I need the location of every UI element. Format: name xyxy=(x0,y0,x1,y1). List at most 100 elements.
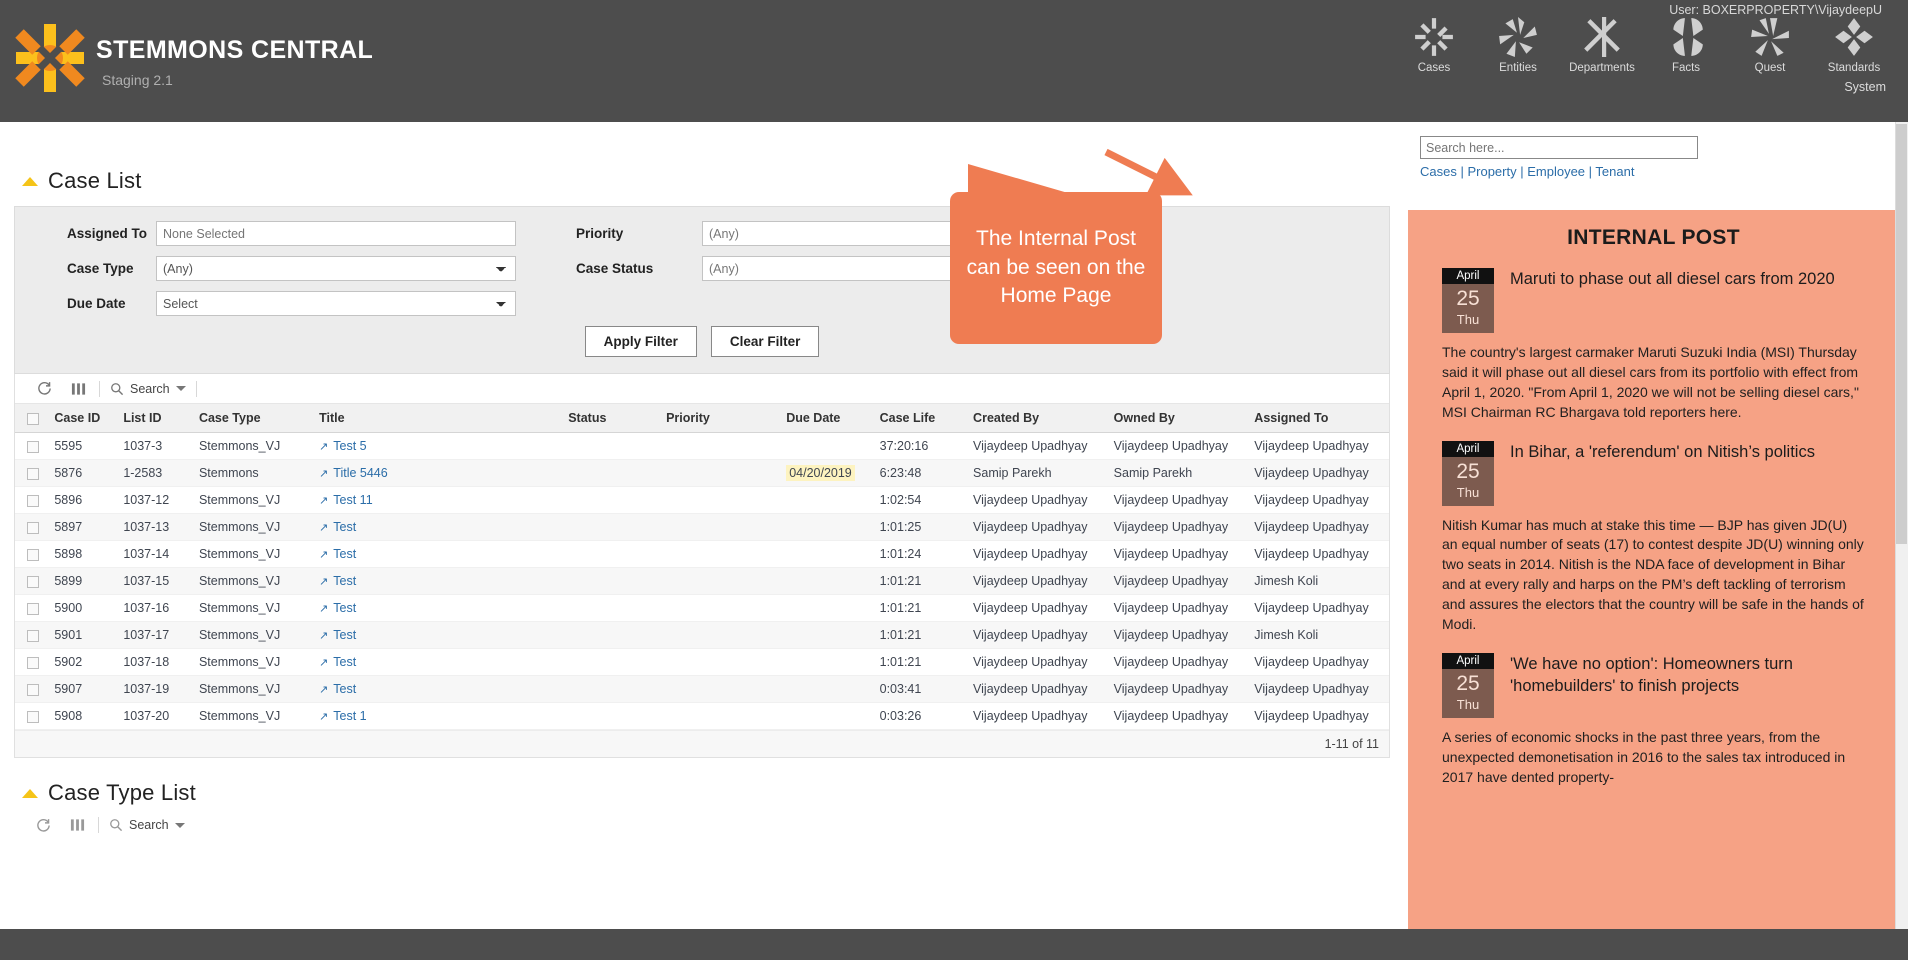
table-row[interactable]: 5907 1037-19 Stemmons_VJ ↗ Test 0:03:41 Vijayd… xyxy=(15,675,1389,703)
table-row[interactable]: 5595 1037-3 Stemmons_VJ ↗ Test 5 37:20:16 Vija… xyxy=(15,432,1389,460)
row-select-cell[interactable] xyxy=(15,621,49,649)
table-row[interactable]: 5898 1037-14 Stemmons_VJ ↗ Test 1:01:24 Vijayd… xyxy=(15,540,1389,568)
table-row[interactable]: 5908 1037-20 Stemmons_VJ ↗ Test 1 0:03:26 Vija… xyxy=(15,702,1389,730)
stemmons-sunburst-logo[interactable] xyxy=(14,22,86,94)
collapse-triangle-icon-2[interactable] xyxy=(22,788,38,798)
post-title[interactable]: In Bihar, a 'referendum' on Nitish’s pol… xyxy=(1510,441,1815,463)
post-title[interactable]: 'We have no option': Homeowners turn 'ho… xyxy=(1510,653,1865,698)
scope-link-property[interactable]: Property xyxy=(1467,164,1516,179)
chevron-down-icon[interactable] xyxy=(175,386,186,391)
table-row[interactable]: 5897 1037-13 Stemmons_VJ ↗ Test 1:01:25 Vijayd… xyxy=(15,513,1389,541)
column-chooser-icon[interactable] xyxy=(61,382,95,396)
clear-filter-button[interactable]: Clear Filter xyxy=(710,326,820,357)
row-select-cell[interactable] xyxy=(15,648,49,676)
row-select-cell[interactable] xyxy=(15,486,49,514)
cell-title[interactable]: ↗ Test xyxy=(313,540,563,568)
system-link[interactable]: System xyxy=(1844,80,1886,94)
cell-title[interactable]: ↗ Test xyxy=(313,513,563,541)
case-title-link[interactable]: Test 5 xyxy=(333,439,366,453)
column-header-case-id[interactable]: Case ID xyxy=(48,404,118,433)
case-title-link[interactable]: Test 11 xyxy=(333,493,372,507)
chevron-down-icon-2[interactable] xyxy=(174,822,185,828)
case-title-link[interactable]: Test 1 xyxy=(333,709,366,723)
grid-search-button[interactable]: Search xyxy=(104,382,192,396)
case-title-link[interactable]: Test xyxy=(333,547,356,561)
refresh-icon[interactable] xyxy=(27,381,61,396)
column-header-list-id[interactable]: List ID xyxy=(117,404,193,433)
nav-item-entities[interactable]: Entities xyxy=(1476,16,1560,74)
table-row[interactable]: 5902 1037-18 Stemmons_VJ ↗ Test 1:01:21 Vijayd… xyxy=(15,648,1389,676)
nav-item-cases[interactable]: Cases xyxy=(1392,16,1476,74)
nav-item-departments[interactable]: Departments xyxy=(1560,16,1644,74)
refresh-icon-2[interactable] xyxy=(26,818,60,833)
table-row[interactable]: 5899 1037-15 Stemmons_VJ ↗ Test 1:01:21 Vijayd… xyxy=(15,567,1389,595)
sidebar-scrollbar[interactable] xyxy=(1895,122,1908,960)
nav-item-quest[interactable]: Quest xyxy=(1728,16,1812,74)
column-header-assigned-to[interactable]: Assigned To xyxy=(1248,404,1389,433)
select-all-checkbox[interactable] xyxy=(27,412,39,425)
row-select-cell[interactable] xyxy=(15,702,49,730)
cell-title[interactable]: ↗ Test 1 xyxy=(313,702,563,730)
scope-link-cases[interactable]: Cases xyxy=(1420,164,1457,179)
cell-title[interactable]: ↗ Test xyxy=(313,621,563,649)
column-header-title[interactable]: Title xyxy=(313,404,563,433)
case-title-link[interactable]: Test xyxy=(333,682,356,696)
column-chooser-icon-2[interactable] xyxy=(60,818,94,832)
apply-filter-button[interactable]: Apply Filter xyxy=(584,326,697,357)
table-row[interactable]: 5896 1037-12 Stemmons_VJ ↗ Test 11 1:02:54 Vij… xyxy=(15,486,1389,514)
table-row[interactable]: 5876 1-2583 Stemmons ↗ Title 5446 04/20/2019 6… xyxy=(15,459,1389,487)
cell-title[interactable]: ↗ Title 5446 xyxy=(313,459,563,487)
row-checkbox[interactable] xyxy=(27,494,39,507)
assigned-to-input[interactable] xyxy=(156,221,516,246)
list-item[interactable]: April 25 Thu Maruti to phase out all diesel… xyxy=(1442,268,1865,423)
case-title-link[interactable]: Test xyxy=(333,601,356,615)
cell-title[interactable]: ↗ Test xyxy=(313,675,563,703)
row-select-cell[interactable] xyxy=(15,540,49,568)
column-header-created-by[interactable]: Created By xyxy=(967,404,1108,433)
row-checkbox[interactable] xyxy=(27,710,39,723)
case-type-search-button[interactable]: Search xyxy=(103,818,191,832)
column-header-owned-by[interactable]: Owned By xyxy=(1107,404,1249,433)
row-checkbox[interactable] xyxy=(27,683,39,696)
table-row[interactable]: 5900 1037-16 Stemmons_VJ ↗ Test 1:01:21 Vijayd… xyxy=(15,594,1389,622)
column-header-case-type[interactable]: Case Type xyxy=(192,404,314,433)
case-type-select[interactable]: (Any) xyxy=(156,256,516,281)
row-select-cell[interactable] xyxy=(15,459,49,487)
column-header-case-life[interactable]: Case Life xyxy=(873,404,968,433)
scope-link-tenant[interactable]: Tenant xyxy=(1595,164,1634,179)
case-title-link[interactable]: Test xyxy=(333,655,356,669)
collapse-triangle-icon[interactable] xyxy=(22,176,38,186)
row-select-cell[interactable] xyxy=(15,594,49,622)
row-checkbox[interactable] xyxy=(27,467,39,480)
case-title-link[interactable]: Test xyxy=(333,520,356,534)
column-header-status[interactable]: Status xyxy=(562,404,661,433)
post-title[interactable]: Maruti to phase out all diesel cars from… xyxy=(1510,268,1835,290)
case-title-link[interactable]: Test xyxy=(333,574,356,588)
cell-title[interactable]: ↗ Test 5 xyxy=(313,432,563,460)
search-input[interactable] xyxy=(1420,136,1698,159)
row-checkbox[interactable] xyxy=(27,548,39,561)
row-checkbox[interactable] xyxy=(27,602,39,615)
sidebar-scrollbar-thumb[interactable] xyxy=(1896,124,1907,544)
case-title-link[interactable]: Test xyxy=(333,628,356,642)
nav-item-standards[interactable]: Standards xyxy=(1812,16,1896,74)
case-title-link[interactable]: Title 5446 xyxy=(333,466,387,480)
scope-link-employee[interactable]: Employee xyxy=(1527,164,1585,179)
row-checkbox[interactable] xyxy=(27,629,39,642)
row-checkbox[interactable] xyxy=(27,521,39,534)
column-header-priority[interactable]: Priority xyxy=(660,404,781,433)
cell-title[interactable]: ↗ Test xyxy=(313,567,563,595)
row-select-cell[interactable] xyxy=(15,567,49,595)
list-item[interactable]: April 25 Thu In Bihar, a 'referendum' on Ni… xyxy=(1442,440,1865,635)
list-item[interactable]: April 25 Thu 'We have no option': Homeowner… xyxy=(1442,652,1865,788)
row-select-cell[interactable] xyxy=(15,432,49,460)
nav-item-facts[interactable]: Facts xyxy=(1644,16,1728,74)
row-checkbox[interactable] xyxy=(27,440,39,453)
cell-title[interactable]: ↗ Test xyxy=(313,594,563,622)
due-date-select[interactable]: Select xyxy=(156,291,516,316)
row-checkbox[interactable] xyxy=(27,656,39,669)
row-select-cell[interactable] xyxy=(15,513,49,541)
row-checkbox[interactable] xyxy=(27,575,39,588)
row-select-cell[interactable] xyxy=(15,675,49,703)
table-row[interactable]: 5901 1037-17 Stemmons_VJ ↗ Test 1:01:21 Vijayd… xyxy=(15,621,1389,649)
